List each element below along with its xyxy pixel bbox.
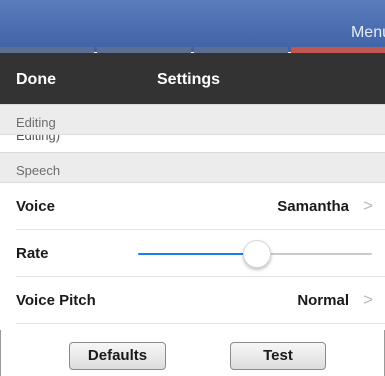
action-buttons: Defaults Test [0,332,385,376]
section-title: Speech [16,163,61,178]
voice-row[interactable]: Voice Samantha > [0,183,385,230]
voice-pitch-label: Voice Pitch [16,292,96,309]
rate-slider-thumb[interactable] [243,240,272,268]
rate-slider-fill [138,253,258,255]
section-header-speech: Speech [0,152,385,183]
test-button[interactable]: Test [230,342,326,370]
voice-pitch-row[interactable]: Voice Pitch Normal > [0,277,385,324]
frame-edge-left [0,330,1,376]
menu-button[interactable]: Menu [351,24,385,42]
app-bar: Menu [0,0,385,52]
section-header-editing: Editing [0,104,385,135]
voice-pitch-value: Normal [297,292,349,309]
rate-row: Rate [0,230,385,277]
voice-label: Voice [16,198,55,215]
page-title: Settings [156,71,221,88]
settings-list[interactable]: Editing Editing) Speech Voice Samantha >… [0,104,385,376]
rate-label: Rate [16,245,49,262]
voice-value: Samantha [277,198,349,215]
list-item-label: Editing) [16,135,61,143]
list-item-partial[interactable]: Editing) [0,135,385,152]
defaults-button[interactable]: Defaults [69,342,166,370]
settings-header: Done Settings [0,53,385,104]
section-title: Editing [16,115,56,130]
chevron-right-icon: > [363,290,373,309]
chevron-right-icon: > [363,196,373,215]
